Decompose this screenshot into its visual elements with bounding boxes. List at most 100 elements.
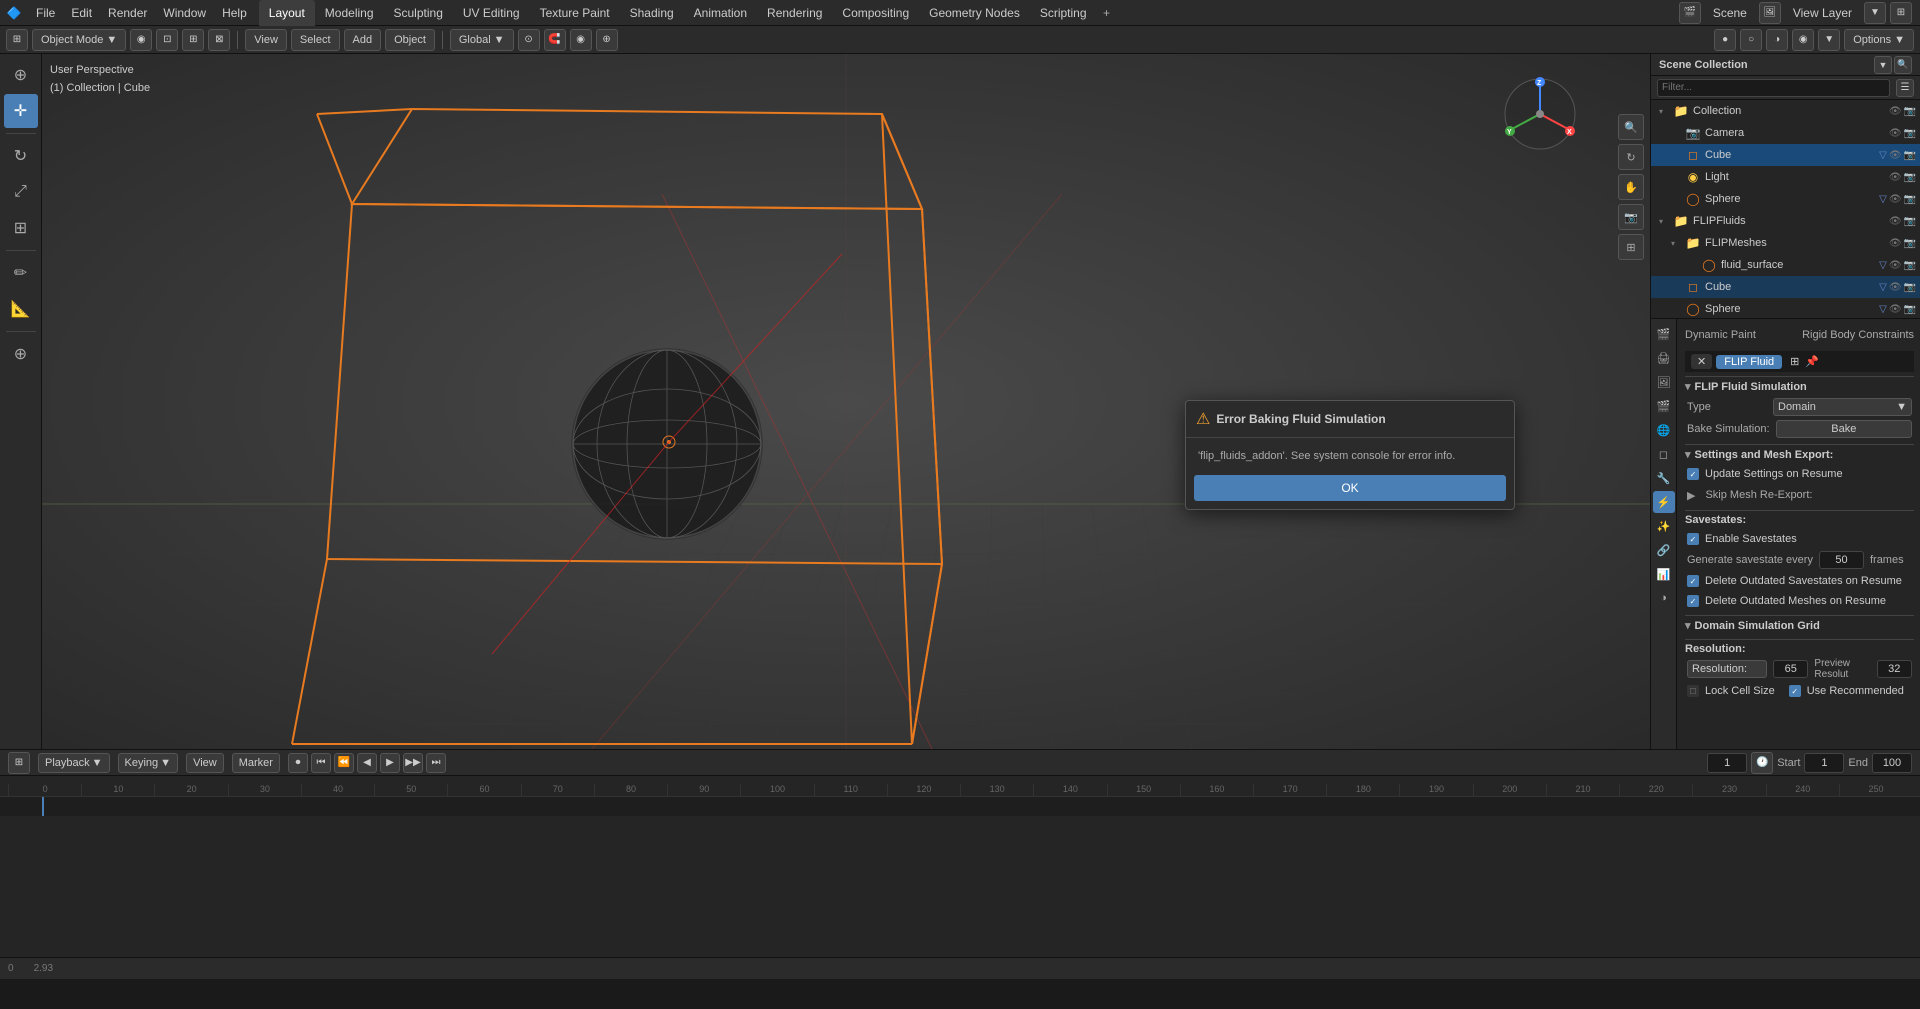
viewport-options-btn[interactable]: ▼ [1818, 29, 1840, 51]
type-dropdown[interactable]: Domain ▼ [1773, 398, 1912, 416]
menu-help[interactable]: Help [214, 0, 255, 26]
fluid-eye-icon[interactable]: 👁 [1889, 260, 1902, 271]
sphere1-render-icon[interactable]: 📷 [1904, 194, 1916, 205]
tab-compositing[interactable]: Compositing [832, 0, 919, 26]
step-back-btn[interactable]: ◀ [357, 753, 377, 773]
frame-clock-btn[interactable]: 🕐 [1751, 752, 1773, 774]
delete-savestates-checkbox[interactable]: ✓ [1687, 575, 1699, 587]
tab-animation[interactable]: Animation [684, 0, 757, 26]
select-mode-btn[interactable]: ◉ [130, 29, 152, 51]
outliner-search-input[interactable] [1657, 79, 1890, 97]
record-btn[interactable]: ⏺ [288, 753, 308, 773]
tab-geometry-nodes[interactable]: Geometry Nodes [919, 0, 1030, 26]
viewport-shading-wire[interactable]: ○ [1740, 29, 1762, 51]
outliner-item-fluid-surface[interactable]: ◯ fluid_surface ▽ 👁 📷 [1651, 254, 1920, 276]
sphere2-eye-icon[interactable]: 👁 [1889, 304, 1902, 315]
tab-texture-paint[interactable]: Texture Paint [530, 0, 620, 26]
pan-view-btn[interactable]: ✋ [1618, 174, 1644, 200]
cube2-render-icon[interactable]: 📷 [1904, 282, 1916, 293]
delete-meshes-checkbox[interactable]: ✓ [1687, 595, 1699, 607]
viewport-shading-material[interactable]: ◑ [1766, 29, 1788, 51]
menu-edit[interactable]: Edit [63, 0, 100, 26]
grid-view-btn[interactable]: ⊞ [1618, 234, 1644, 260]
cube2-eye-icon[interactable]: 👁 [1889, 282, 1902, 293]
keying-btn[interactable]: Keying ▼ [118, 753, 179, 773]
material-props-btn[interactable]: ◑ [1653, 587, 1675, 609]
tool-settings-1[interactable]: ⊡ [156, 29, 178, 51]
camera-render-icon[interactable]: 📷 [1904, 128, 1916, 139]
render-props-btn[interactable]: 🎬 [1653, 323, 1675, 345]
flipfluids-eye-icon[interactable]: 👁 [1889, 216, 1902, 227]
zoom-in-btn[interactable]: 🔍 [1618, 114, 1644, 140]
prev-frame-btn[interactable]: ⏪ [334, 753, 354, 773]
overlay-btn[interactable]: ⊕ [596, 29, 618, 51]
outliner-filter-btn[interactable]: ▼ [1874, 56, 1892, 74]
constraints-props-btn[interactable]: 🔗 [1653, 539, 1675, 561]
physics-props-btn[interactable]: ⚡ [1653, 491, 1675, 513]
tool-settings-3[interactable]: ⊠ [208, 29, 230, 51]
camera-view-btn[interactable]: 📷 [1618, 204, 1644, 230]
current-frame-input[interactable]: 1 [1707, 753, 1747, 773]
outliner-item-flipmeshes[interactable]: ▾ 📁 FLIPMeshes 👁 📷 [1651, 232, 1920, 254]
outliner-item-camera[interactable]: 📷 Camera 👁 📷 [1651, 122, 1920, 144]
tab-layout[interactable]: Layout [259, 0, 315, 26]
outliner-item-sphere2[interactable]: ◯ Sphere ▽ 👁 📷 [1651, 298, 1920, 319]
rotate-tool-btn[interactable]: ↻ [4, 139, 38, 173]
end-frame-input[interactable]: 100 [1872, 753, 1912, 773]
add-object-btn[interactable]: ⊕ [4, 337, 38, 371]
rotate-view-btn[interactable]: ↻ [1618, 144, 1644, 170]
tab-sculpting[interactable]: Sculpting [384, 0, 453, 26]
outliner-item-cube[interactable]: ◻ Cube ▽ 👁 📷 [1651, 144, 1920, 166]
flipfluids-render-icon[interactable]: 📷 [1904, 216, 1916, 227]
object-mode-btn[interactable]: Object Mode ▼ [32, 29, 126, 51]
scale-tool-btn[interactable]: ⤢ [4, 175, 38, 209]
expand-icon[interactable]: ⊞ [1890, 2, 1912, 24]
view-btn[interactable]: View [186, 753, 224, 773]
scene-picker-icon[interactable]: 🎬 [1679, 2, 1701, 24]
preview-resolution-input[interactable]: 32 [1877, 660, 1912, 678]
start-frame-input[interactable]: 1 [1804, 753, 1844, 773]
modifier-props-btn[interactable]: 🔧 [1653, 467, 1675, 489]
options-btn[interactable]: Options ▼ [1844, 29, 1914, 51]
cube-eye-icon[interactable]: 👁 [1889, 150, 1902, 161]
outliner-item-sphere1[interactable]: ◯ Sphere ▽ 👁 📷 [1651, 188, 1920, 210]
object-props-btn[interactable]: ◻ [1653, 443, 1675, 465]
measure-tool-btn[interactable]: 📐 [4, 292, 38, 326]
tool-settings-2[interactable]: ⊞ [182, 29, 204, 51]
outliner-search-btn[interactable]: 🔍 [1894, 56, 1912, 74]
jump-end-btn[interactable]: ⏭ [426, 753, 446, 773]
sphere1-eye-icon[interactable]: 👁 [1889, 194, 1902, 205]
snap-btn[interactable]: 🧲 [544, 29, 566, 51]
timeline-editor-type[interactable]: ⊞ [8, 752, 30, 774]
flip-fluid-badge[interactable]: FLIP Fluid [1716, 355, 1782, 369]
add-workspace-tab[interactable]: + [1097, 3, 1117, 23]
editor-type-btn[interactable]: ⊞ [6, 29, 28, 51]
output-props-btn[interactable]: 🖨 [1653, 347, 1675, 369]
bake-btn[interactable]: Bake [1776, 420, 1912, 438]
use-recommended-checkbox[interactable]: ✓ [1789, 685, 1801, 697]
menu-file[interactable]: File [28, 0, 63, 26]
outliner-item-cube2[interactable]: ◻ Cube ▽ 👁 📷 [1651, 276, 1920, 298]
cube-render-icon[interactable]: 📷 [1904, 150, 1916, 161]
light-eye-icon[interactable]: 👁 [1889, 172, 1902, 183]
update-settings-checkbox[interactable]: ✓ [1687, 468, 1699, 480]
transform-tool-btn[interactable]: ⊞ [4, 211, 38, 245]
viewport-shading-render[interactable]: ◉ [1792, 29, 1814, 51]
tab-uv-editing[interactable]: UV Editing [453, 0, 530, 26]
light-render-icon[interactable]: 📷 [1904, 172, 1916, 183]
flip-fluid-pin-icon[interactable]: 📌 [1805, 355, 1819, 368]
view-layer-props-btn[interactable]: 🖼 [1653, 371, 1675, 393]
viewport-shading-solid[interactable]: ● [1714, 29, 1736, 51]
menu-window[interactable]: Window [155, 0, 214, 26]
timeline-track[interactable] [0, 796, 1920, 816]
fluid-render-icon[interactable]: 📷 [1904, 260, 1916, 271]
menu-render[interactable]: Render [100, 0, 155, 26]
object-menu-btn[interactable]: Object [385, 29, 435, 51]
camera-eye-icon[interactable]: 👁 [1889, 128, 1902, 139]
outliner-item-collection[interactable]: ▾ 📁 Collection 👁 📷 [1651, 100, 1920, 122]
particles-props-btn[interactable]: ✨ [1653, 515, 1675, 537]
proportional-btn[interactable]: ◉ [570, 29, 592, 51]
outliner-options-btn[interactable]: ☰ [1896, 79, 1914, 97]
playback-btn[interactable]: Playback ▼ [38, 753, 110, 773]
world-props-btn[interactable]: 🌐 [1653, 419, 1675, 441]
